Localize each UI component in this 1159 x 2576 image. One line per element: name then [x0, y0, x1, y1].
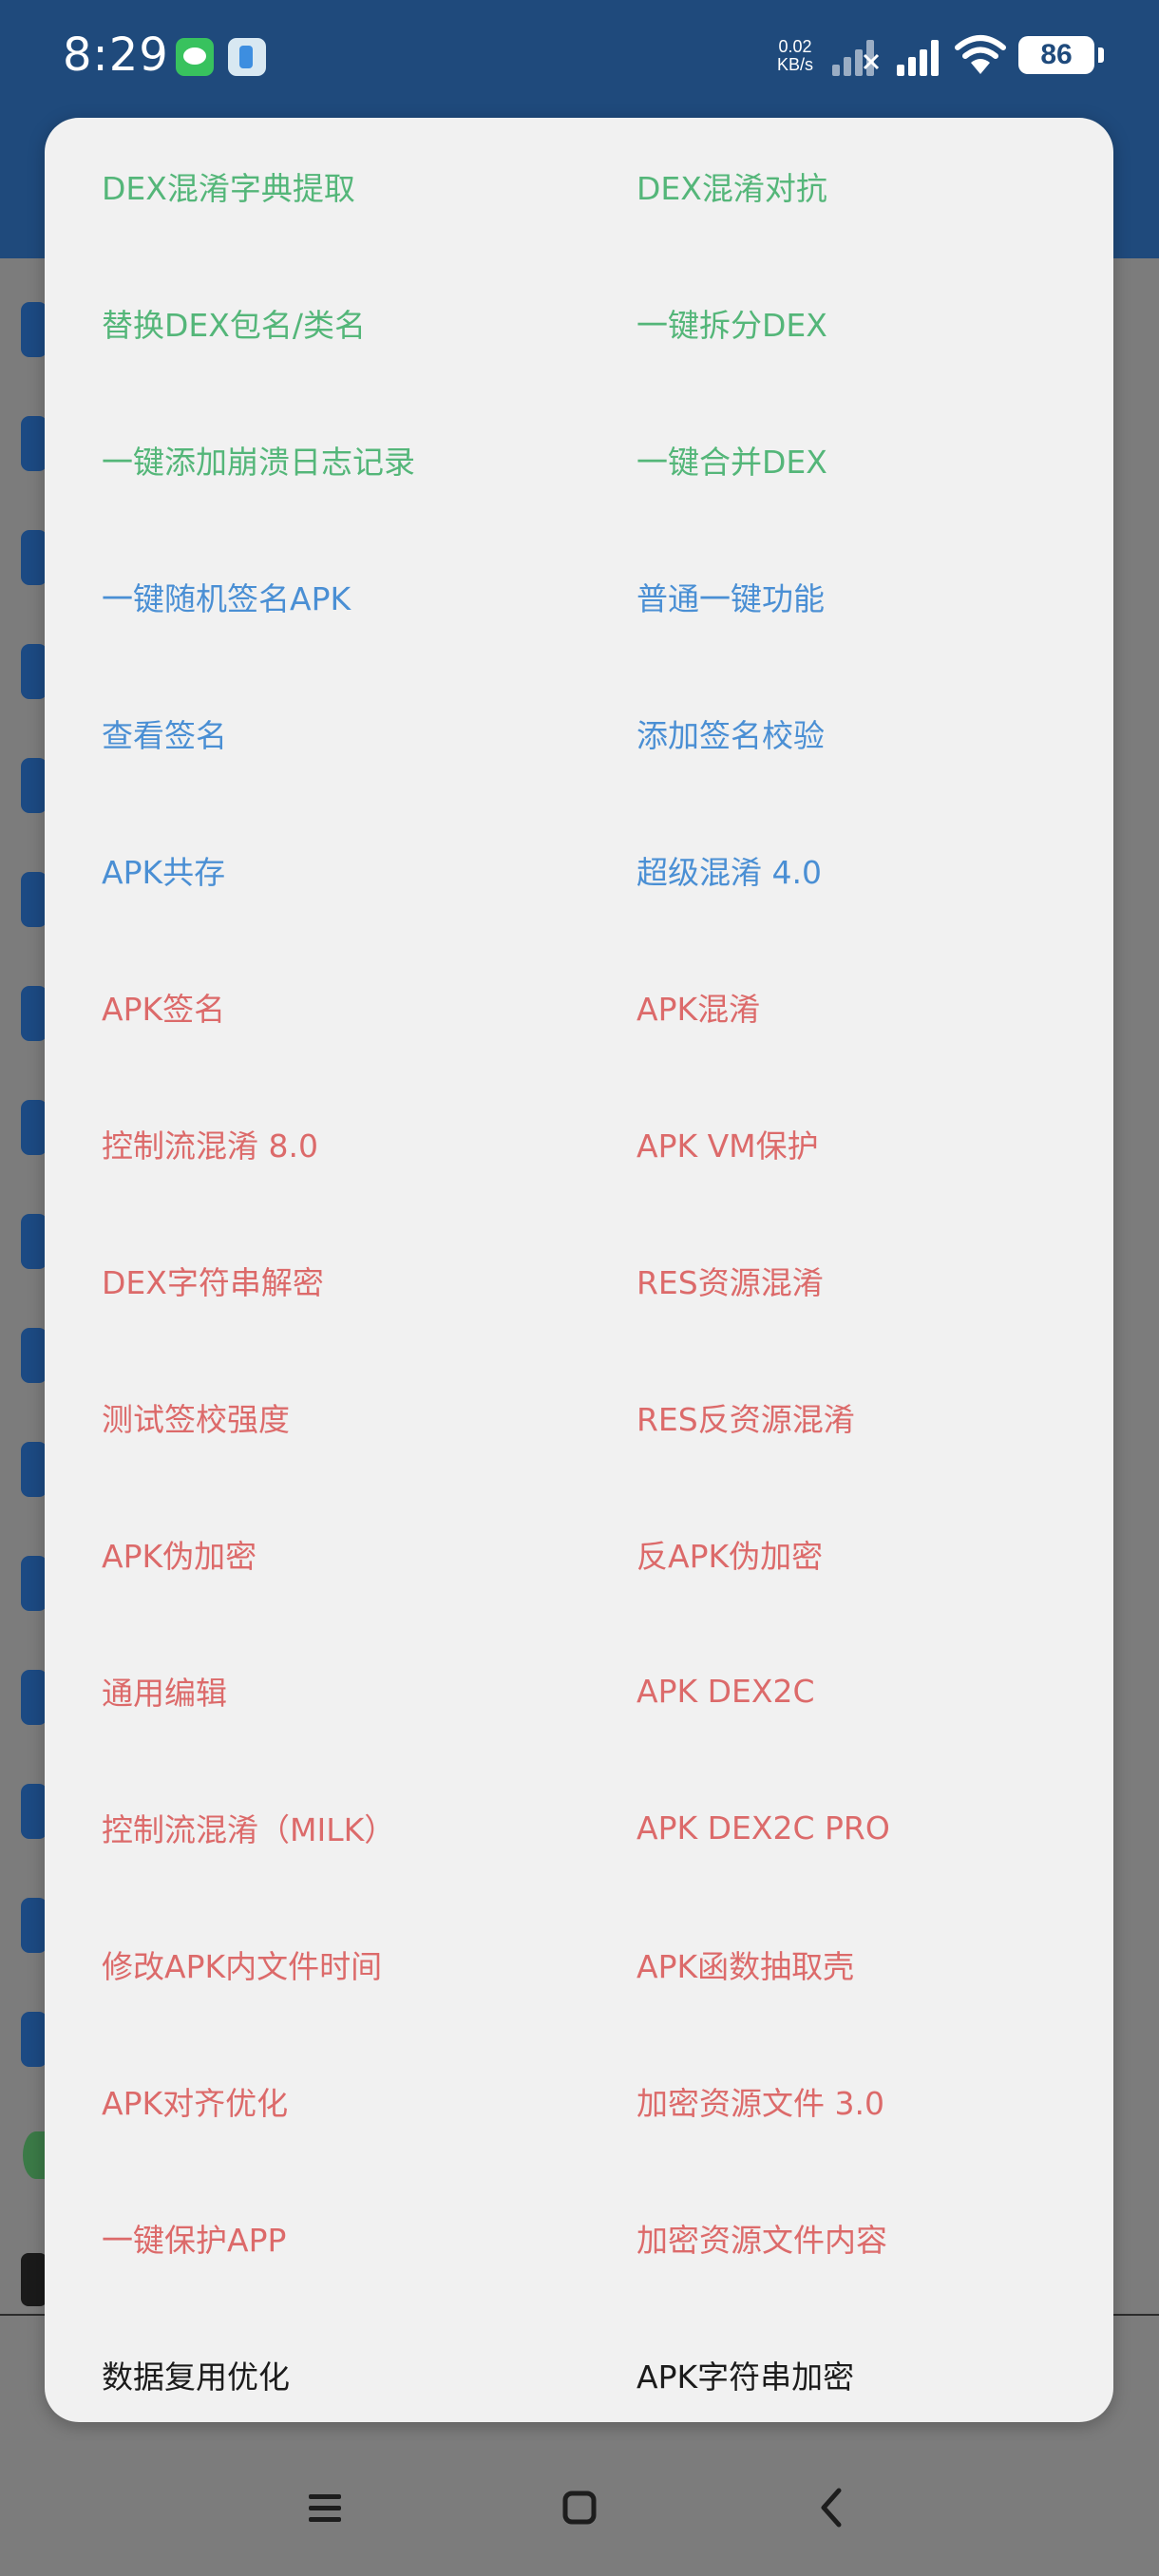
- menu-item[interactable]: 通用编辑: [45, 1622, 580, 1759]
- background-list-marker: [21, 1784, 48, 1839]
- signal-icon: [897, 40, 939, 76]
- status-time: 8:29: [63, 28, 169, 82]
- menu-item[interactable]: DEX字符串解密: [45, 1212, 580, 1349]
- function-grid: DEX混淆字典提取 DEX混淆对抗 替换DEX包名/类名 一键拆分DEX 一键添…: [45, 118, 1113, 2422]
- background-list-marker: [21, 644, 48, 699]
- navigation-bar: [0, 2441, 1159, 2576]
- background-list-marker: [21, 986, 48, 1041]
- background-list-marker: [21, 1442, 48, 1497]
- menu-item[interactable]: 一键保护APP: [45, 2169, 580, 2306]
- wifi-icon: [955, 35, 1006, 74]
- menu-item[interactable]: 添加签名校验: [580, 665, 1113, 802]
- menu-item[interactable]: 数据复用优化: [45, 2306, 580, 2422]
- menu-item[interactable]: APK DEX2C: [580, 1622, 1113, 1759]
- background-list-marker: [21, 1898, 48, 1953]
- background-list-marker: [21, 1214, 48, 1269]
- menu-item[interactable]: 一键合并DEX: [580, 391, 1113, 528]
- back-icon[interactable]: [803, 2479, 860, 2536]
- menu-item[interactable]: 超级混淆 4.0: [580, 802, 1113, 938]
- menu-item[interactable]: 普通一键功能: [580, 528, 1113, 665]
- menu-item[interactable]: RES反资源混淆: [580, 1349, 1113, 1486]
- home-icon[interactable]: [551, 2479, 608, 2536]
- menu-item[interactable]: APK混淆: [580, 938, 1113, 1075]
- menu-icon[interactable]: [297, 2479, 354, 2536]
- menu-item[interactable]: 一键添加崩溃日志记录: [45, 391, 580, 528]
- menu-item[interactable]: RES资源混淆: [580, 1212, 1113, 1349]
- wechat-icon: [176, 38, 214, 76]
- menu-item[interactable]: DEX混淆字典提取: [45, 118, 580, 255]
- network-speed: 0.02 KB/s: [777, 38, 813, 74]
- menu-item[interactable]: APK字符串加密: [580, 2306, 1113, 2422]
- background-list-marker: [21, 2012, 48, 2067]
- background-list-marker: [21, 1100, 48, 1155]
- background-list-marker: [21, 530, 48, 585]
- menu-item[interactable]: APK VM保护: [580, 1075, 1113, 1212]
- signal-icon: [832, 40, 880, 76]
- menu-item[interactable]: 控制流混淆（MILK）: [45, 1759, 580, 1896]
- network-speed-unit: KB/s: [777, 55, 814, 74]
- background-list-marker: [21, 1670, 48, 1725]
- background-list-marker: [21, 1556, 48, 1611]
- network-speed-value: 0.02: [778, 37, 812, 56]
- menu-item[interactable]: 修改APK内文件时间: [45, 1896, 580, 2033]
- menu-item[interactable]: APK共存: [45, 802, 580, 938]
- menu-item[interactable]: APK函数抽取壳: [580, 1896, 1113, 2033]
- menu-item[interactable]: APK对齐优化: [45, 2033, 580, 2169]
- menu-item[interactable]: 反APK伪加密: [580, 1486, 1113, 1622]
- menu-item[interactable]: 一键随机签名APK: [45, 528, 580, 665]
- notes-icon: [228, 38, 266, 76]
- function-menu-dialog: DEX混淆字典提取 DEX混淆对抗 替换DEX包名/类名 一键拆分DEX 一键添…: [45, 118, 1113, 2422]
- background-list-marker: [21, 1328, 48, 1383]
- battery-icon: 86: [1018, 36, 1104, 74]
- menu-item[interactable]: 一键拆分DEX: [580, 255, 1113, 391]
- menu-item[interactable]: DEX混淆对抗: [580, 118, 1113, 255]
- menu-item[interactable]: APK伪加密: [45, 1486, 580, 1622]
- menu-item[interactable]: 加密资源文件内容: [580, 2169, 1113, 2306]
- menu-item[interactable]: APK签名: [45, 938, 580, 1075]
- background-list-marker: [21, 872, 48, 927]
- menu-item[interactable]: 替换DEX包名/类名: [45, 255, 580, 391]
- menu-item[interactable]: 查看签名: [45, 665, 580, 802]
- menu-item[interactable]: 测试签校强度: [45, 1349, 580, 1486]
- background-list-marker: [21, 302, 48, 357]
- background-list-marker: [21, 758, 48, 813]
- menu-item[interactable]: APK DEX2C PRO: [580, 1759, 1113, 1896]
- background-list-marker: [21, 416, 48, 471]
- background-app-icon: [21, 2253, 48, 2306]
- menu-item[interactable]: 控制流混淆 8.0: [45, 1075, 580, 1212]
- menu-item[interactable]: 加密资源文件 3.0: [580, 2033, 1113, 2169]
